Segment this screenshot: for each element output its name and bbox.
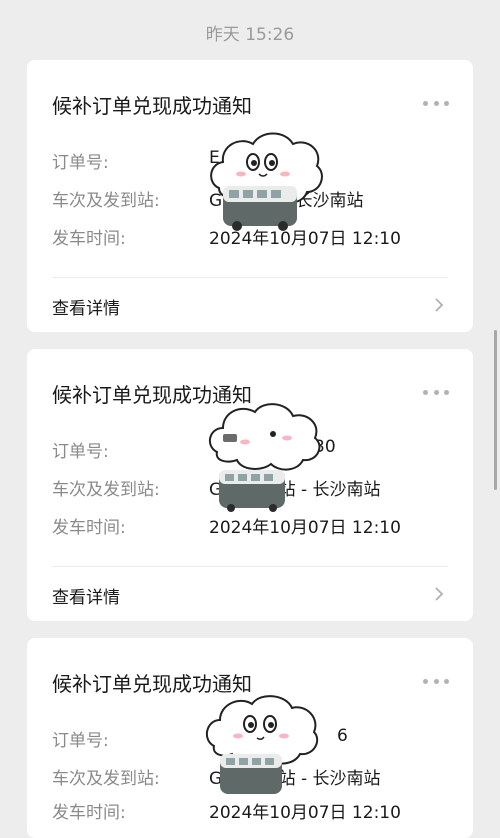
view-details-link[interactable]: 查看详情: [52, 294, 120, 319]
cloud-sticker-icon: [210, 132, 323, 231]
departure-time-row: 发车时间: 2024年10月07日 12:10: [52, 513, 401, 538]
order-number-label: 订单号:: [52, 731, 109, 751]
order-number-label: 订单号:: [52, 442, 109, 462]
order-number-row: 订单号: 6: [52, 726, 348, 751]
more-options-icon[interactable]: [423, 100, 449, 106]
train-route-row: 车次及发到站: G 安阳东站 - 长沙南站: [52, 764, 381, 789]
divider: [52, 277, 448, 278]
message-timestamp: 昨天 15:26: [205, 25, 295, 45]
order-number-row: 订单号: 30: [52, 437, 336, 462]
departure-time-value: 2024年10月07日 12:10: [209, 518, 401, 538]
order-number-label: 订单号:: [52, 153, 109, 173]
departure-time-label: 发车时间:: [52, 229, 126, 249]
departure-time-row: 发车时间: 2024年10月07日 12:10: [52, 224, 401, 249]
order-number-row: 订单号: E: [52, 148, 220, 173]
card-title: 候补订单兑现成功通知: [52, 94, 252, 118]
train-route-label: 车次及发到站:: [52, 480, 160, 500]
train-route-row: 车次及发到站: G 安阳东站 - 长沙南站: [52, 475, 381, 500]
cloud-sticker-icon: [208, 403, 321, 512]
scrollbar[interactable]: [494, 330, 497, 490]
train-route-row: 车次及发到站: G 阳东站 - 长沙南站: [52, 186, 364, 211]
view-details-link[interactable]: 查看详情: [52, 583, 120, 608]
train-route-label: 车次及发到站:: [52, 769, 160, 789]
order-number-value: 6: [337, 726, 348, 746]
departure-time-label: 发车时间:: [52, 518, 126, 538]
more-options-icon[interactable]: [423, 678, 449, 684]
departure-time-label: 发车时间:: [52, 803, 126, 823]
train-route-label: 车次及发到站:: [52, 191, 160, 211]
chevron-right-icon: [435, 587, 444, 601]
divider: [52, 566, 448, 567]
chevron-right-icon: [435, 298, 444, 312]
cloud-sticker-icon: [205, 695, 319, 794]
more-options-icon[interactable]: [423, 389, 449, 395]
